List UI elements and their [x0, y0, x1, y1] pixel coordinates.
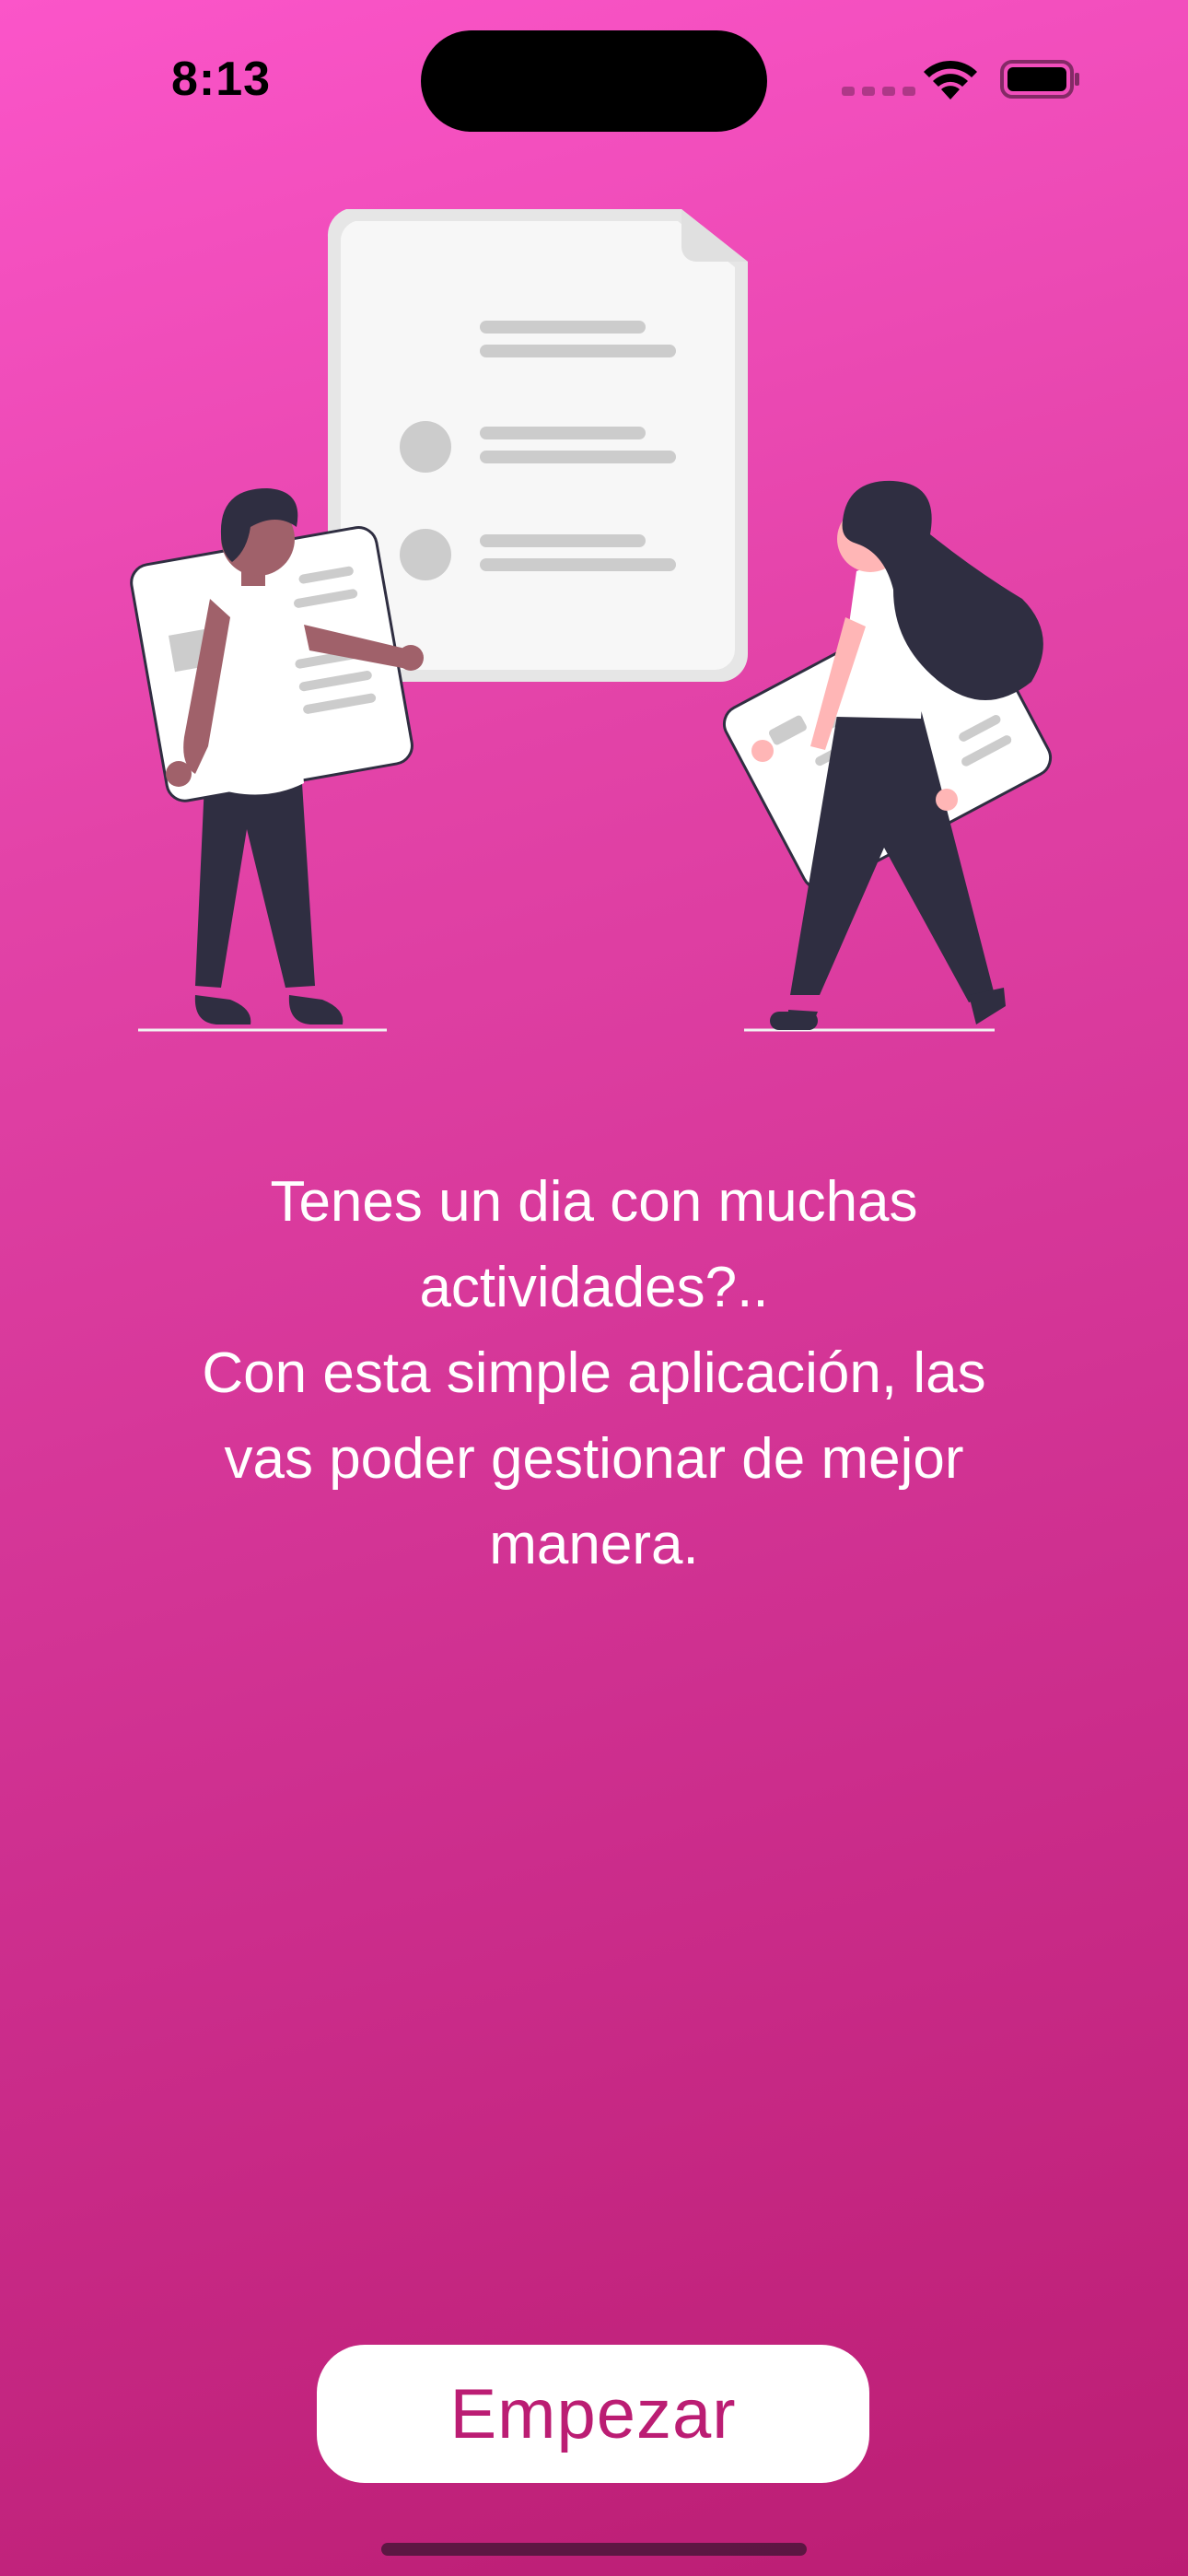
status-time: 8:13 — [171, 53, 272, 106]
dynamic-island — [421, 30, 767, 132]
onboarding-message: Tenes un dia con muchas actividades?.. C… — [202, 1170, 986, 1576]
status-bar: 8:13 — [0, 0, 1188, 166]
woman-figure — [722, 480, 1053, 1032]
start-button[interactable]: Empezar — [317, 2345, 869, 2483]
wifi-icon — [924, 60, 977, 100]
documents-illustration — [130, 209, 1053, 1032]
battery-icon — [1000, 60, 1079, 99]
man-figure — [130, 488, 424, 1032]
document-icon — [327, 209, 748, 682]
home-indicator[interactable] — [381, 2543, 807, 2556]
cellular-signal-icon — [842, 87, 915, 96]
